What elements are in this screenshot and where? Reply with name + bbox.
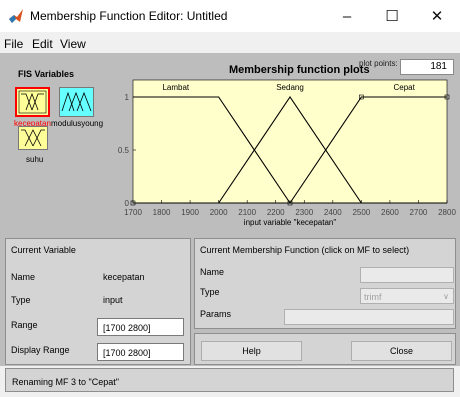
mf-name-label: Name — [200, 267, 225, 277]
x-tick-label: 2400 — [324, 208, 342, 217]
x-tick-label: 1900 — [181, 208, 199, 217]
menu-edit[interactable]: Edit — [32, 37, 53, 51]
cv-type-value: input — [103, 295, 123, 305]
close-icon: ✕ — [430, 8, 444, 25]
chevron-down-icon: ∨ — [443, 292, 449, 301]
display-range-input[interactable]: [1700 2800] — [97, 343, 184, 361]
mf-type-select[interactable]: trimf ∨ — [360, 288, 454, 304]
mf-label-cepat[interactable]: Cepat — [394, 83, 416, 92]
mf-type-value: trimf — [364, 292, 382, 302]
y-tick-label: 1 — [125, 93, 130, 102]
minimize-icon: – — [342, 7, 352, 25]
current-variable-panel: Current Variable Name kecepatan Type inp… — [5, 238, 191, 365]
matlab-icon — [9, 9, 23, 23]
y-tick-label: 0 — [125, 199, 130, 208]
menu-bar: File Edit View — [0, 33, 460, 53]
x-tick-label: 2800 — [438, 208, 456, 217]
plot-axes-background — [132, 79, 448, 204]
menu-view[interactable]: View — [60, 37, 86, 51]
close-button[interactable]: Close — [351, 341, 452, 361]
status-bar: Renaming MF 3 to "Cepat" — [5, 368, 454, 392]
mf-params-input[interactable] — [284, 309, 454, 325]
x-axis-label: input variable "kecepatan" — [244, 218, 337, 227]
mf-label-sedang[interactable]: Sedang — [276, 83, 304, 92]
maximize-icon: ☐ — [385, 8, 399, 25]
x-tick-label: 1800 — [153, 208, 171, 217]
x-tick-label: 2300 — [295, 208, 313, 217]
range-input[interactable]: [1700 2800] — [97, 318, 184, 336]
close-window-button[interactable]: ✕ — [414, 0, 460, 32]
current-mf-heading: Current Membership Function (click on MF… — [200, 245, 410, 255]
cv-name-value: kecepatan — [103, 272, 145, 282]
x-tick-label: 2600 — [381, 208, 399, 217]
membership-function-plot[interactable]: 0 0.5 1 1700 1800 1900 2000 2100 2200 2300 2400 250… — [0, 53, 460, 235]
minimize-button[interactable]: – — [324, 0, 370, 32]
help-button[interactable]: Help — [201, 341, 302, 361]
mf-type-label: Type — [200, 287, 220, 297]
y-tick-label: 0.5 — [118, 146, 130, 155]
maximize-button[interactable]: ☐ — [369, 0, 415, 32]
title-bar: Membership Function Editor: Untitled – ☐… — [0, 0, 460, 32]
menu-file[interactable]: File — [4, 37, 23, 51]
x-tick-label: 2200 — [267, 208, 285, 217]
x-tick-label: 2500 — [352, 208, 370, 217]
x-tick-label: 2700 — [410, 208, 428, 217]
x-tick-label: 2000 — [210, 208, 228, 217]
current-variable-heading: Current Variable — [11, 245, 76, 255]
x-tick-label: 2100 — [238, 208, 256, 217]
x-tick-label: 1700 — [124, 208, 142, 217]
mf-name-input[interactable] — [360, 267, 454, 283]
window-title: Membership Function Editor: Untitled — [30, 9, 228, 23]
cv-type-label: Type — [11, 295, 31, 305]
mf-label-lambat[interactable]: Lambat — [162, 83, 189, 92]
cv-name-label: Name — [11, 272, 36, 282]
cv-range-label: Range — [11, 320, 38, 330]
cv-display-range-label: Display Range — [11, 345, 70, 355]
mf-params-label: Params — [200, 309, 232, 319]
current-mf-panel: Current Membership Function (click on MF… — [194, 238, 456, 329]
